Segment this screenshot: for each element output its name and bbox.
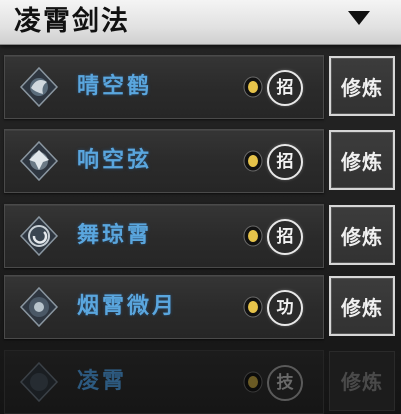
skill-emblem-icon — [19, 215, 59, 257]
gold-coin-icon — [243, 76, 263, 98]
skill-name: 舞琼霄 — [77, 222, 153, 248]
skill-emblem-icon — [19, 361, 59, 403]
skill-name: 晴空鹤 — [77, 73, 153, 99]
skill-row-3[interactable]: 舞琼霄 招 — [4, 204, 324, 268]
skill-row-4[interactable]: 烟霄微月 功 — [4, 275, 324, 339]
triangle-down-icon[interactable] — [348, 11, 370, 25]
skill-emblem-icon — [19, 66, 59, 108]
skill-type-badge: 招 — [267, 70, 303, 106]
skill-name: 响空弦 — [77, 147, 153, 173]
skill-set-header[interactable]: 凌霄剑法 — [0, 0, 401, 45]
gold-coin-icon — [243, 296, 263, 318]
gold-coin-icon — [243, 371, 263, 393]
skill-emblem-icon — [19, 140, 59, 182]
train-button-1[interactable]: 修炼 — [329, 56, 395, 116]
skill-type-badge: 技 — [267, 365, 303, 401]
train-button-4[interactable]: 修炼 — [329, 276, 395, 336]
gold-coin-icon — [243, 150, 263, 172]
skill-row-5[interactable]: 凌霄 技 — [4, 350, 324, 414]
skill-row-2[interactable]: 响空弦 招 — [4, 129, 324, 193]
skill-type-badge: 招 — [267, 219, 303, 255]
train-button-3[interactable]: 修炼 — [329, 205, 395, 265]
skill-type-badge: 功 — [267, 290, 303, 326]
skill-name: 凌霄 — [77, 368, 128, 394]
skill-type-badge: 招 — [267, 144, 303, 180]
skill-panel: 凌霄剑法 晴空鹤 招 修炼 响空弦 招 修炼 舞琼霄 招 修炼 烟霄微月 功 修… — [0, 0, 401, 414]
skill-name: 烟霄微月 — [77, 293, 178, 319]
train-button-2[interactable]: 修炼 — [329, 130, 395, 190]
train-button-5[interactable]: 修炼 — [329, 351, 395, 411]
skill-row-1[interactable]: 晴空鹤 招 — [4, 55, 324, 119]
gold-coin-icon — [243, 225, 263, 247]
skill-set-title: 凌霄剑法 — [14, 6, 130, 37]
skill-emblem-icon — [19, 286, 59, 328]
